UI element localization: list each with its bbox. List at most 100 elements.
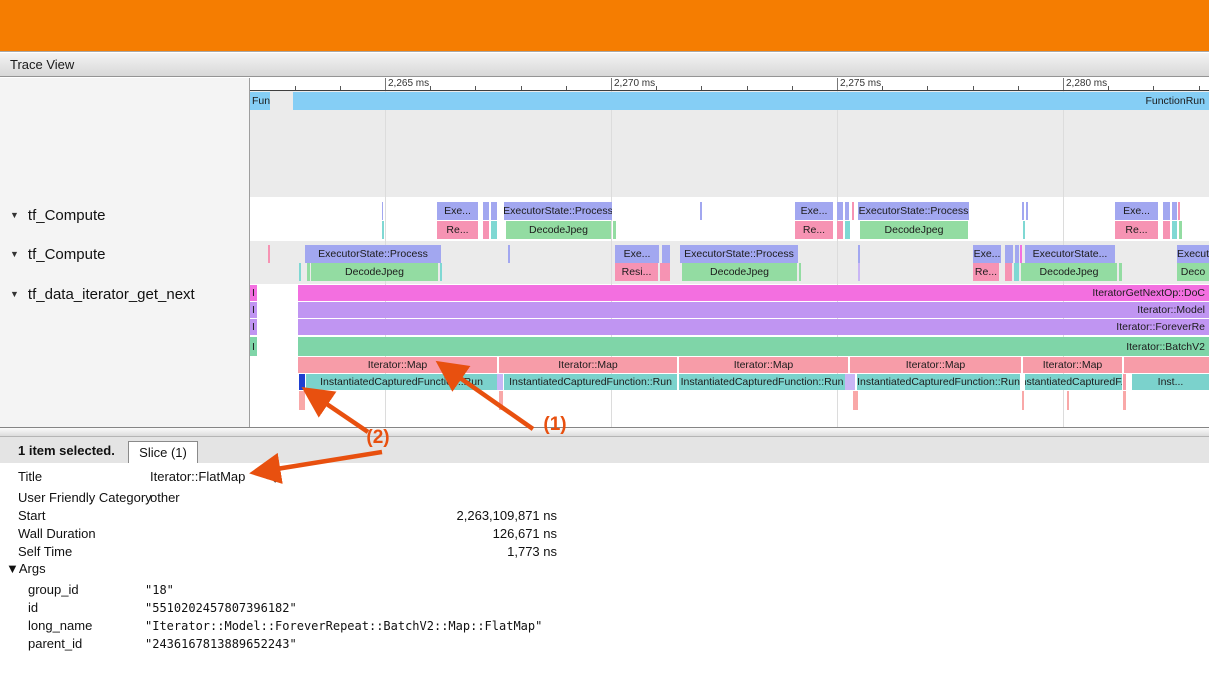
trace-slice[interactable] [858, 263, 860, 281]
trace-slice[interactable] [1023, 221, 1025, 239]
trace-slice[interactable] [845, 221, 850, 239]
trace-slice[interactable] [382, 202, 383, 220]
trace-slice[interactable]: Execut [1177, 245, 1209, 263]
trace-slice[interactable] [1022, 202, 1024, 220]
trace-slice[interactable] [1172, 202, 1177, 220]
trace-slice[interactable]: Iterator::BatchV2 [298, 337, 1209, 356]
trace-slice[interactable] [497, 374, 503, 390]
trace-slice[interactable]: Iterator::Map [499, 357, 677, 373]
trace-slice[interactable] [1163, 202, 1170, 220]
trace-slice[interactable] [845, 202, 849, 220]
trace-slice[interactable]: Exe... [1115, 202, 1158, 220]
trace-slice[interactable] [1015, 245, 1019, 263]
trace-slice[interactable] [837, 221, 843, 239]
trace-slice[interactable] [1026, 202, 1028, 220]
sidebar-track-0[interactable]: ▼tf_Compute [10, 206, 105, 224]
trace-slice[interactable] [852, 202, 854, 220]
panel-splitter[interactable] [0, 427, 1209, 437]
trace-slice[interactable]: I [250, 337, 257, 356]
trace-slice[interactable]: Iterator::ForeverRe [298, 319, 1209, 335]
trace-slice[interactable] [1124, 357, 1209, 373]
trace-slice[interactable]: ExecutorState::Process [504, 202, 612, 220]
trace-slice[interactable]: DecodeJpeg [506, 221, 611, 239]
trace-slice[interactable]: Exe... [795, 202, 833, 220]
trace-slice[interactable] [853, 391, 858, 410]
trace-slice[interactable]: DecodeJpeg [1021, 263, 1117, 281]
trace-slice[interactable]: I [250, 319, 257, 335]
trace-slice[interactable]: Re... [795, 221, 833, 239]
trace-slice[interactable]: Exe... [973, 245, 1001, 263]
trace-slice[interactable] [1123, 374, 1126, 390]
sidebar-track-1[interactable]: ▼tf_Compute [10, 245, 105, 263]
trace-slice[interactable]: Re... [973, 263, 999, 281]
trace-slice[interactable] [1179, 221, 1182, 239]
trace-slice[interactable] [299, 391, 305, 410]
trace-slice[interactable]: InstantiatedCapturedFunction::Run [679, 374, 845, 390]
trace-slice[interactable]: ExecutorState::Process [305, 245, 441, 263]
trace-slice[interactable]: DecodeJpeg [860, 221, 968, 239]
trace-slice[interactable] [660, 263, 670, 281]
trace-slice[interactable] [508, 245, 510, 263]
trace-slice[interactable] [491, 202, 497, 220]
trace-slice[interactable]: Iterator::Model [298, 302, 1209, 318]
trace-slice[interactable] [1005, 245, 1013, 263]
trace-slice[interactable] [845, 374, 855, 390]
trace-slice[interactable]: IteratorGetNextOp::DoC [298, 285, 1209, 301]
trace-slice[interactable] [382, 221, 384, 239]
trace-slice[interactable]: Exe... [615, 245, 659, 263]
trace-slice[interactable]: InstantiatedCapturedFunction::Run [857, 374, 1020, 390]
trace-slice[interactable] [1119, 263, 1122, 281]
trace-slice[interactable]: Resi... [615, 263, 658, 281]
trace-slice[interactable] [491, 221, 497, 239]
trace-slice[interactable] [1163, 221, 1170, 239]
trace-slice[interactable] [858, 245, 860, 263]
args-section-toggle[interactable]: ▼Args [6, 561, 46, 576]
trace-slice[interactable] [1178, 202, 1180, 220]
trace-slice[interactable] [1020, 245, 1022, 263]
trace-slice[interactable]: DecodeJpeg [682, 263, 797, 281]
trace-slice[interactable]: Iterator::Map [1023, 357, 1122, 373]
trace-slice[interactable]: ExecutorState... [1025, 245, 1115, 263]
trace-slice[interactable] [799, 263, 801, 281]
trace-slice[interactable]: Deco [1177, 263, 1209, 281]
trace-slice[interactable] [1014, 263, 1019, 281]
trace-slice[interactable] [268, 245, 270, 263]
trace-slice[interactable] [483, 202, 489, 220]
trace-slice[interactable]: ExecutorState::Process [858, 202, 969, 220]
trace-slice[interactable] [1172, 221, 1177, 239]
trace-slice[interactable] [307, 263, 310, 281]
trace-slice[interactable]: FunctionRun [293, 92, 1209, 110]
trace-slice[interactable]: Exe... [437, 202, 478, 220]
trace-slice[interactable] [700, 202, 702, 220]
trace-slice[interactable] [1022, 391, 1024, 410]
trace-slice[interactable] [483, 221, 489, 239]
trace-slice[interactable]: ExecutorState::Process [680, 245, 798, 263]
trace-slice[interactable]: Inst... [1132, 374, 1209, 390]
trace-slice[interactable] [440, 263, 442, 281]
trace-slice[interactable]: Iterator::Map [679, 357, 848, 373]
trace-slice[interactable]: DecodeJpeg [311, 263, 438, 281]
trace-slice[interactable] [1067, 391, 1069, 410]
trace-slice[interactable]: Fun [250, 92, 270, 110]
trace-slice[interactable]: InstantiatedCapturedF... [1025, 374, 1122, 390]
trace-slice[interactable] [613, 221, 616, 239]
trace-slice[interactable]: I [250, 302, 257, 318]
trace-slice[interactable]: InstantiatedCapturedFunction::Run [504, 374, 677, 390]
trace-slice[interactable] [499, 391, 503, 410]
trace-slice[interactable]: I [250, 285, 257, 301]
trace-slice[interactable] [1123, 391, 1126, 410]
detail-row-self-time: Self Time1,773 ns [0, 543, 620, 561]
trace-slice[interactable] [837, 202, 843, 220]
magnifier-icon[interactable] [263, 469, 278, 484]
trace-slice[interactable]: InstantiatedCapturedFunction::Run [306, 374, 497, 390]
trace-slice[interactable]: Re... [1115, 221, 1158, 239]
trace-slice[interactable] [299, 263, 301, 281]
selected-slice[interactable] [299, 374, 305, 390]
trace-slice[interactable]: Iterator::Map [850, 357, 1021, 373]
tab-slice[interactable]: Slice (1) [128, 441, 198, 463]
sidebar-track-2[interactable]: ▼tf_data_iterator_get_next [10, 285, 195, 303]
trace-slice[interactable] [1005, 263, 1012, 281]
trace-slice[interactable] [662, 245, 670, 263]
trace-slice[interactable]: Iterator::Map [298, 357, 497, 373]
trace-slice[interactable]: Re... [437, 221, 478, 239]
